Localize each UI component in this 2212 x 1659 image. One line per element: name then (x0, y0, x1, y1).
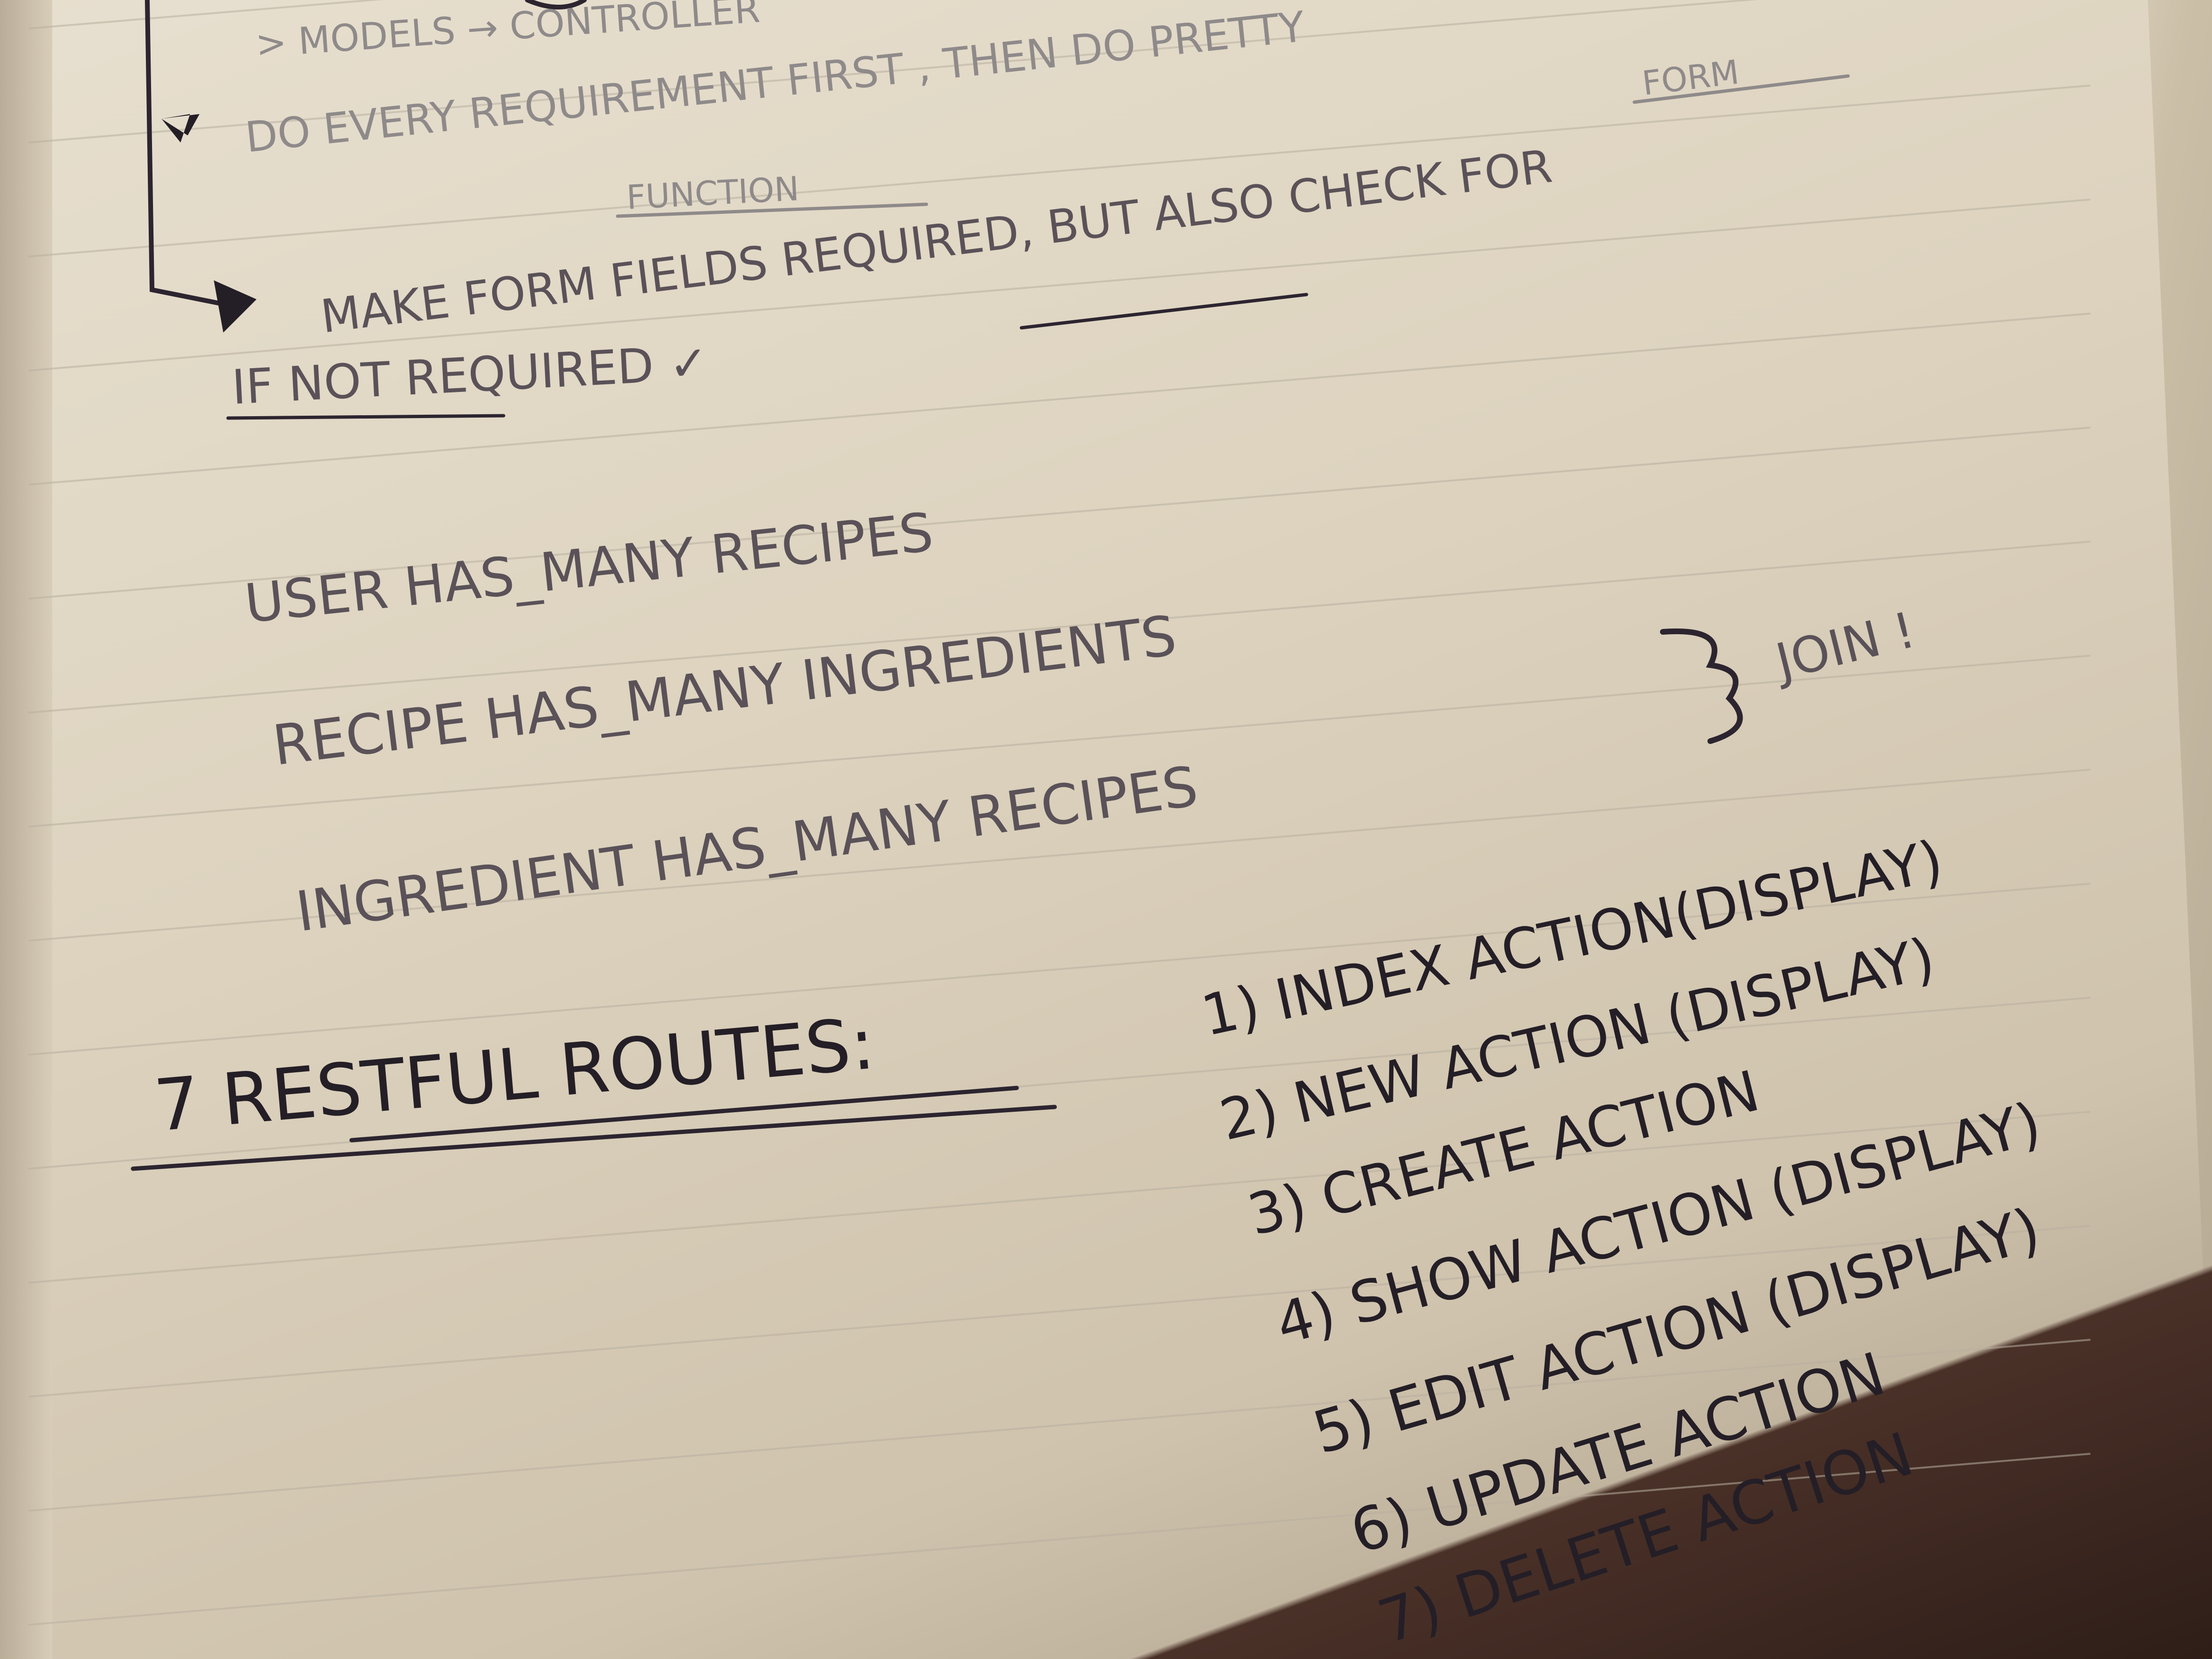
notebook-photo: > MODELS → CONTROLLER DO EVERY REQUIREME… (0, 0, 2212, 1659)
models-controller-note: > MODELS → CONTROLLER (254, 0, 762, 66)
recipe-relation: RECIPE HAS_MANY INGREDIENTS (269, 604, 1180, 778)
star-icon (162, 114, 200, 143)
bracket-line (145, 0, 226, 306)
arrow-marker-icon (214, 280, 257, 333)
user-relation: USER HAS_MANY RECIPES (242, 501, 936, 635)
if-not-required-note: IF NOT REQUIRED ✓ (230, 335, 710, 415)
brace-icon (1660, 628, 1743, 744)
handwriting: > MODELS → CONTROLLER DO EVERY REQUIREME… (131, 0, 2048, 1658)
ingredient-relation: INGREDIENT HAS_MANY RECIPES (292, 754, 1201, 944)
make-form-fields-note: MAKE FORM FIELDS REQUIRED, BUT ALSO CHEC… (318, 140, 1555, 343)
join-note: JOIN ! (1768, 601, 1921, 691)
